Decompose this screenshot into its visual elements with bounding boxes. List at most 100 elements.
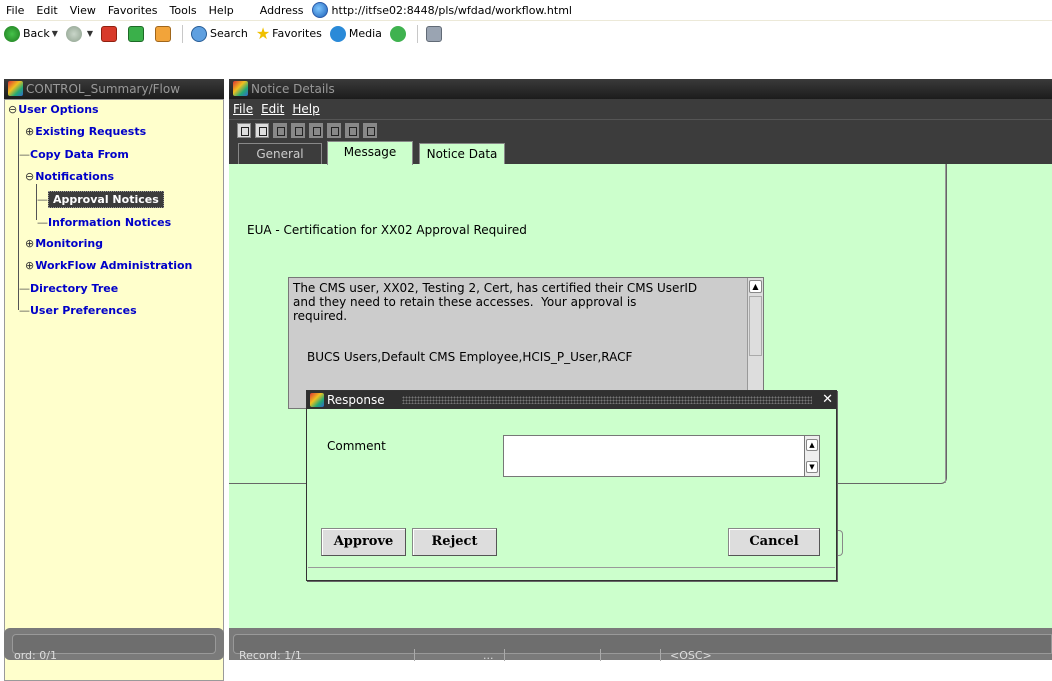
comment-scrollbar[interactable]: ▲ ▼ <box>804 435 820 477</box>
forward-arrow-icon <box>65 25 82 42</box>
forms-menu-help[interactable]: Help <box>292 102 319 116</box>
close-icon[interactable]: ✕ <box>822 391 833 409</box>
tree-node-user-options[interactable]: ⊖User Options <box>8 103 99 116</box>
info-icon[interactable] <box>363 122 377 138</box>
cancel-button[interactable]: Cancel <box>728 528 820 556</box>
print-button[interactable] <box>422 23 449 45</box>
delete-icon[interactable] <box>291 122 305 138</box>
status-field <box>233 634 1052 654</box>
favorites-label: Favorites <box>272 27 322 40</box>
menu-tools[interactable]: Tools <box>164 0 203 21</box>
tab-notice-data[interactable]: Notice Data <box>419 143 505 164</box>
stop-button[interactable] <box>97 23 124 45</box>
message-scrollbar[interactable]: ▲ <box>747 278 763 406</box>
right-window-titlebar[interactable]: Notice Details <box>229 79 1052 99</box>
record-indicator: Record: 1/1 <box>239 649 302 662</box>
tree-node-monitoring[interactable]: ⊕Monitoring <box>25 237 103 250</box>
left-status-bar: ord: 0/1 <box>4 628 224 662</box>
forward-button[interactable]: ▼ <box>62 23 97 45</box>
search-icon[interactable] <box>345 122 359 138</box>
tree-node-directory-tree[interactable]: —Directory Tree <box>19 282 118 295</box>
left-record-indicator: ord: 0/1 <box>14 649 57 662</box>
back-label: Back <box>23 27 50 40</box>
right-status-bar: Record: 1/1 ... <OSC> <box>229 628 1052 662</box>
forms-menu-file[interactable]: File <box>233 102 253 116</box>
collapse-icon[interactable]: ⊖ <box>25 170 34 183</box>
tree-node-existing-requests[interactable]: ⊕Existing Requests <box>25 125 146 138</box>
tree-branch: — <box>19 304 30 317</box>
scroll-down-icon[interactable]: ▼ <box>806 461 818 473</box>
osc-indicator: <OSC> <box>670 649 712 662</box>
tree-node-information-notices[interactable]: —Information Notices <box>37 216 171 229</box>
right-window-title: Notice Details <box>251 82 335 96</box>
scroll-thumb[interactable] <box>749 296 762 356</box>
home-button[interactable] <box>151 23 178 45</box>
message-roles-text: BUCS Users,Default CMS Employee,HCIS_P_U… <box>307 350 633 364</box>
history-button[interactable] <box>386 23 413 45</box>
expand-icon[interactable]: ⊕ <box>25 237 34 250</box>
scroll-up-icon[interactable]: ▲ <box>749 280 762 293</box>
dialog-divider <box>308 567 835 568</box>
menu-help[interactable]: Help <box>203 0 240 21</box>
print-icon <box>425 25 442 42</box>
search-label: Search <box>210 27 248 40</box>
titlebar-pattern <box>402 396 812 404</box>
tree-branch: — <box>19 282 30 295</box>
oracle-forms-area: CONTROL_Summary/Flow ⊖User Options ⊕Exis… <box>0 79 1052 681</box>
media-button[interactable]: Media <box>326 23 386 45</box>
menu-view[interactable]: View <box>64 0 102 21</box>
collapse-icon[interactable]: ⊖ <box>8 103 17 116</box>
notice-subject: EUA - Certification for XX02 Approval Re… <box>247 223 527 237</box>
dialog-titlebar[interactable]: Response ✕ <box>307 391 836 409</box>
tree-node-workflow-administration[interactable]: ⊕WorkFlow Administration <box>25 259 192 272</box>
back-button[interactable]: Back ▼ <box>0 23 62 45</box>
search-button[interactable]: Search <box>187 23 252 45</box>
save-icon[interactable] <box>273 122 287 138</box>
tab-general[interactable]: General <box>238 143 322 164</box>
scroll-up-icon[interactable]: ▲ <box>806 439 818 451</box>
search-icon <box>191 25 208 42</box>
query-icon[interactable] <box>327 122 341 138</box>
forms-toolbar <box>229 119 1052 140</box>
address-bar[interactable]: http://itfse02:8448/pls/wfdad/workflow.h… <box>311 1 572 20</box>
tree-node-user-preferences[interactable]: —User Preferences <box>19 304 137 317</box>
comment-field[interactable] <box>503 435 806 477</box>
tree-branch: — <box>37 193 48 206</box>
refresh-button[interactable] <box>124 23 151 45</box>
exit-icon[interactable] <box>237 122 251 138</box>
oracle-window-icon <box>310 393 324 407</box>
reject-button[interactable]: Reject <box>412 528 497 556</box>
tab-message[interactable]: Message <box>327 141 413 165</box>
tree-branch: — <box>37 216 48 229</box>
page-blank-area <box>0 46 1052 79</box>
comment-label: Comment <box>327 439 386 453</box>
menu-edit[interactable]: Edit <box>30 0 63 21</box>
forms-menu-edit[interactable]: Edit <box>261 102 284 116</box>
toolbar-divider <box>182 24 184 43</box>
address-url[interactable]: http://itfse02:8448/pls/wfdad/workflow.h… <box>332 4 572 17</box>
dialog-title: Response <box>327 393 385 407</box>
status-ellipsis: ... <box>483 649 494 662</box>
tree-node-notifications[interactable]: ⊖Notifications <box>25 170 114 183</box>
favorites-button[interactable]: ★ Favorites <box>252 23 326 45</box>
chevron-down-icon[interactable]: ▼ <box>87 29 93 38</box>
chevron-down-icon[interactable]: ▼ <box>52 29 58 38</box>
left-window-titlebar[interactable]: CONTROL_Summary/Flow <box>4 79 224 99</box>
browser-toolbar: Back ▼ ▼ Search ★ Favorites Media <box>0 21 1052 46</box>
expand-icon[interactable]: ⊕ <box>25 259 34 272</box>
approve-button[interactable]: Approve <box>321 528 406 556</box>
stop-icon <box>101 25 118 42</box>
menu-favorites[interactable]: Favorites <box>102 0 164 21</box>
media-label: Media <box>348 27 382 40</box>
toolbar-divider <box>416 24 418 43</box>
tree-node-approval-notices[interactable]: — Approval Notices <box>37 191 164 208</box>
oracle-window-icon <box>233 81 248 96</box>
new-record-icon[interactable] <box>309 122 323 138</box>
tree-node-copy-data-from[interactable]: —Copy Data From <box>19 148 129 161</box>
oracle-window-icon <box>8 81 23 96</box>
status-divider <box>660 649 661 661</box>
navigation-tree: ⊖User Options ⊕Existing Requests —Copy D… <box>4 99 224 681</box>
menu-file[interactable]: File <box>0 0 30 21</box>
help-icon[interactable] <box>255 122 269 138</box>
expand-icon[interactable]: ⊕ <box>25 125 34 138</box>
